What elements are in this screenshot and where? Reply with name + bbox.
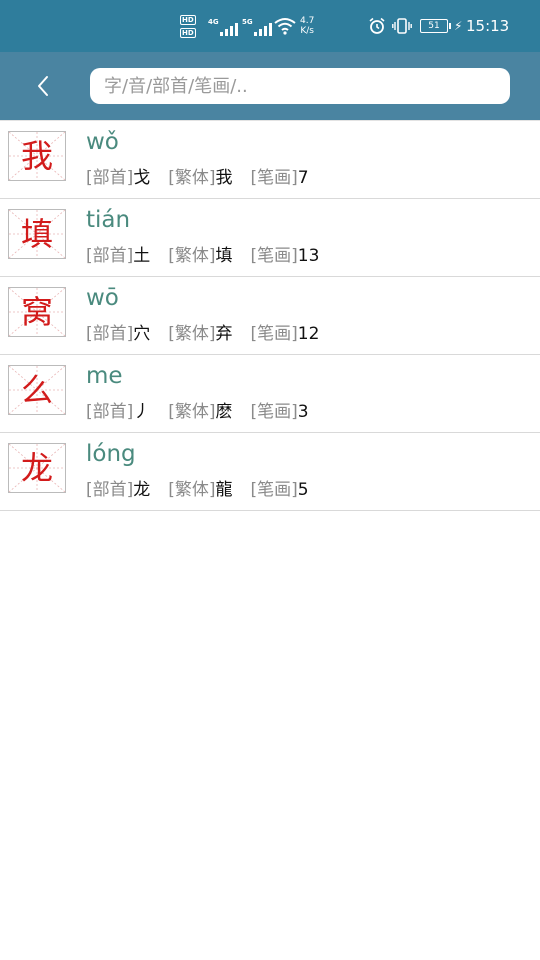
pinyin: tián bbox=[86, 207, 131, 233]
signal-4g-icon: 4G bbox=[208, 0, 238, 52]
radical-value: 土 bbox=[133, 246, 151, 266]
back-button[interactable] bbox=[26, 68, 60, 104]
radical-label: [部首] bbox=[86, 402, 134, 422]
battery-icon: 51 ⚡ bbox=[420, 0, 462, 52]
character-info: [部首]戈 [繁体]我 [笔画]7 bbox=[86, 163, 309, 188]
character-info: [部首]穴 [繁体]弃 [笔画]12 bbox=[86, 319, 319, 344]
network-type-label: 4G bbox=[208, 18, 219, 26]
strokes-value: 13 bbox=[297, 246, 320, 266]
traditional-label: [繁体] bbox=[168, 168, 216, 188]
chevron-left-icon bbox=[38, 76, 48, 96]
traditional-value: 我 bbox=[215, 168, 233, 188]
hanzi-character: 我 bbox=[20, 137, 53, 175]
traditional-label: [繁体] bbox=[168, 402, 216, 422]
status-bar: HD HD 4G 5G 4.7 K/s 51 ⚡ 15:13 bbox=[0, 0, 540, 52]
hd-badge: HD bbox=[180, 14, 196, 25]
strokes-label: [笔画] bbox=[250, 402, 298, 422]
wifi-icon bbox=[274, 0, 296, 52]
character-grid: 窝 bbox=[8, 287, 66, 337]
character-grid: 龙 bbox=[8, 443, 66, 493]
character-info: [部首]土 [繁体]填 [笔画]13 bbox=[86, 241, 319, 266]
traditional-value: 填 bbox=[215, 246, 233, 266]
strokes-value: 12 bbox=[297, 324, 320, 344]
alarm-icon bbox=[368, 0, 386, 52]
radical-label: [部首] bbox=[86, 246, 134, 266]
character-grid: 填 bbox=[8, 209, 66, 259]
result-row[interactable]: 窝 wō [部首]穴 [繁体]弃 [笔画]12 bbox=[0, 277, 540, 355]
strokes-value: 7 bbox=[297, 168, 309, 188]
radical-label: [部首] bbox=[86, 480, 134, 500]
pinyin: wǒ bbox=[86, 129, 119, 155]
result-row[interactable]: 填 tián [部首]土 [繁体]填 [笔画]13 bbox=[0, 199, 540, 277]
strokes-label: [笔画] bbox=[250, 324, 298, 344]
search-input[interactable] bbox=[90, 68, 510, 104]
radical-value: 丿 bbox=[133, 402, 151, 422]
traditional-value: 龍 bbox=[215, 480, 233, 500]
strokes-value: 5 bbox=[297, 480, 309, 500]
traditional-label: [繁体] bbox=[168, 246, 216, 266]
traditional-label: [繁体] bbox=[168, 480, 216, 500]
result-list: 我 wǒ [部首]戈 [繁体]我 [笔画]7 填 tián [部首]土 [繁体]填 [笔… bbox=[0, 120, 540, 511]
strokes-label: [笔画] bbox=[250, 480, 298, 500]
traditional-label: [繁体] bbox=[168, 324, 216, 344]
strokes-label: [笔画] bbox=[250, 246, 298, 266]
character-info: [部首]龙 [繁体]龍 [笔画]5 bbox=[86, 475, 309, 500]
result-row[interactable]: 么 me [部首]丿 [繁体]麽 [笔画]3 bbox=[0, 355, 540, 433]
top-bar bbox=[0, 52, 540, 120]
hd-badge: HD bbox=[180, 27, 196, 38]
signal-5g-icon: 5G bbox=[242, 0, 272, 52]
traditional-value: 麽 bbox=[215, 402, 233, 422]
radical-label: [部首] bbox=[86, 168, 134, 188]
hanzi-character: 龙 bbox=[20, 449, 53, 487]
character-info: [部首]丿 [繁体]麽 [笔画]3 bbox=[86, 397, 309, 422]
strokes-value: 3 bbox=[297, 402, 309, 422]
speed-unit: K/s bbox=[300, 26, 314, 36]
pinyin: wō bbox=[86, 285, 119, 311]
character-grid: 么 bbox=[8, 365, 66, 415]
battery-level: 51 bbox=[420, 19, 448, 33]
character-grid: 我 bbox=[8, 131, 66, 181]
radical-value: 龙 bbox=[133, 480, 151, 500]
strokes-label: [笔画] bbox=[250, 168, 298, 188]
radical-label: [部首] bbox=[86, 324, 134, 344]
vibrate-icon bbox=[392, 0, 412, 52]
network-speed: 4.7 K/s bbox=[300, 0, 314, 52]
hd-voice-indicator: HD HD bbox=[180, 0, 196, 52]
radical-value: 穴 bbox=[133, 324, 151, 344]
clock: 15:13 bbox=[466, 17, 510, 35]
pinyin: me bbox=[86, 363, 123, 389]
result-row[interactable]: 龙 lóng [部首]龙 [繁体]龍 [笔画]5 bbox=[0, 433, 540, 511]
network-type-label: 5G bbox=[242, 18, 253, 26]
hanzi-character: 么 bbox=[20, 371, 53, 409]
charging-icon: ⚡ bbox=[454, 19, 463, 33]
speed-value: 4.7 bbox=[300, 16, 315, 26]
pinyin: lóng bbox=[86, 441, 136, 467]
radical-value: 戈 bbox=[133, 168, 151, 188]
hanzi-character: 窝 bbox=[20, 293, 53, 331]
traditional-value: 弃 bbox=[215, 324, 233, 344]
hanzi-character: 填 bbox=[20, 215, 53, 253]
result-row[interactable]: 我 wǒ [部首]戈 [繁体]我 [笔画]7 bbox=[0, 120, 540, 199]
